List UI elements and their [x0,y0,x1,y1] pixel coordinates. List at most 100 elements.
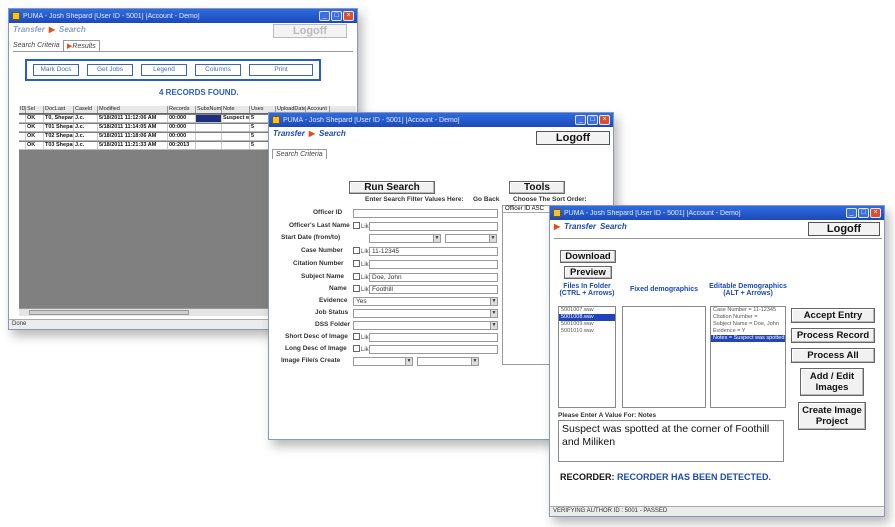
col-header[interactable]: ID [19,106,26,113]
table-cell [196,133,222,140]
col-header[interactable]: Note [222,106,250,113]
start-date-to-field[interactable]: ▼ [445,234,497,243]
preview-button[interactable]: Preview [564,266,612,279]
list-item[interactable]: Subject Name = Doe, John [711,321,785,328]
status-text: VERIFYING AUTHOR ID : 5001 - PASSED [553,508,668,514]
list-item[interactable]: Citation Number = [711,314,785,321]
table-cell: 00:000 [168,124,196,131]
get-jobs-button[interactable]: Get Jobs [87,64,133,76]
col-header[interactable]: Records [168,106,196,113]
legend-button[interactable]: Legend [141,64,187,76]
col-header[interactable]: Sel [26,106,44,113]
minimize-icon[interactable]: _ [846,208,857,218]
tab-results-label: Results [72,43,96,50]
dropdown-arrow-icon[interactable]: ▼ [490,298,497,305]
accept-entry-button[interactable]: Accept Entry [791,308,875,323]
tab-search-criteria[interactable]: Search Criteria [13,42,60,49]
list-item[interactable]: Notes = Suspect was spotted at the c [711,335,785,342]
list-item[interactable]: 5001009.wav [559,321,615,328]
tab-results[interactable]: ▶Results [63,40,100,51]
close-icon[interactable]: × [599,115,610,125]
col-header[interactable]: DocLast [44,106,74,113]
notes-textarea[interactable]: Suspect was spotted at the corner of Foo… [558,420,784,462]
tab-search-criteria[interactable]: Search Criteria [272,149,327,159]
col-header[interactable]: Modified [98,106,168,113]
dropdown-arrow-icon[interactable]: ▼ [405,358,412,365]
table-cell: OK [26,115,44,122]
nav-transfer-link[interactable]: Transfer [273,129,305,138]
notes-label: Please Enter A Value For: Notes [558,412,657,419]
enter-values-label: Enter Search Filter Values Here: [365,196,464,203]
name-field[interactable]: Foothill [369,285,498,294]
process-all-button[interactable]: Process All [791,348,875,363]
nav-transfer-link[interactable]: Transfer [564,222,596,231]
table-cell: J.c. [74,115,98,122]
col-header[interactable]: SubsNum [196,106,222,113]
process-record-button[interactable]: Process Record [791,328,875,343]
minimize-icon[interactable]: _ [575,115,586,125]
app-icon [12,12,20,20]
dropdown-arrow-icon[interactable]: ▼ [490,310,497,317]
dss-folder-select[interactable]: ▼ [353,321,498,330]
run-search-button[interactable]: Run Search [349,181,435,194]
logoff-button[interactable]: Logoff [808,222,880,236]
col-header[interactable]: Caseld [74,106,98,113]
download-button[interactable]: Download [560,250,616,263]
table-cell [196,142,222,149]
editable-demographics-list[interactable]: Case Number = 11-12345 Citation Number =… [710,306,786,408]
recorder-status: RECORDER: RECORDER HAS BEEN DETECTED. [560,472,771,482]
window-title: PUMA - Josh Shepard [User ID - 5001] [Ac… [23,12,200,20]
logoff-button[interactable]: Logoff [273,24,347,38]
table-cell: OK [26,124,44,131]
app-icon [272,116,280,124]
list-item[interactable]: 5001007.wav [559,307,615,314]
status-text: Done [12,321,27,327]
officer-last-name-label: Officer's Last Name [289,222,350,229]
table-cell [222,142,250,149]
mark-docs-button[interactable]: Mark Docs [33,64,79,76]
nav-search-link[interactable]: Search [319,129,346,138]
files-list[interactable]: 5001007.wav 5001008.wav 5001009.wav 5001… [558,306,616,408]
dropdown-arrow-icon[interactable]: ▼ [489,235,496,242]
list-item[interactable]: 5001010.wav [559,328,615,335]
long-desc-field[interactable] [369,345,498,354]
subject-name-field[interactable]: Doe, John [369,273,498,282]
start-date-from-field[interactable]: ▼ [369,234,441,243]
table-cell [19,115,26,122]
nav-search-link[interactable]: Search [59,25,86,34]
nav-search-link[interactable]: Search [600,222,627,231]
maximize-icon[interactable]: □ [858,208,869,218]
tab-divider [13,51,353,52]
dropdown-arrow-icon[interactable]: ▼ [433,235,440,242]
nav-transfer-link[interactable]: Transfer [13,25,45,34]
create-image-project-button[interactable]: Create Image Project [798,402,866,430]
tools-button[interactable]: Tools [509,181,565,194]
image-create-from-field[interactable]: ▼ [353,357,413,366]
go-back-label[interactable]: Go Back [473,196,499,203]
image-create-to-field[interactable]: ▼ [417,357,479,366]
list-item[interactable]: 5001008.wav [559,314,615,321]
list-item[interactable]: Case Number = 11-12345 [711,307,785,314]
close-icon[interactable]: × [870,208,881,218]
logoff-button[interactable]: Logoff [536,131,610,145]
officer-last-name-field[interactable] [369,222,498,231]
dropdown-arrow-icon[interactable]: ▼ [471,358,478,365]
scrollbar-thumb[interactable] [29,310,189,315]
minimize-icon[interactable]: _ [319,11,330,21]
maximize-icon[interactable]: □ [587,115,598,125]
officer-id-field[interactable] [353,209,498,218]
dropdown-arrow-icon[interactable]: ▼ [490,322,497,329]
short-desc-field[interactable] [369,333,498,342]
columns-button[interactable]: Columns [195,64,241,76]
table-cell: J.c. [74,124,98,131]
list-item[interactable]: Evidence = Y [711,328,785,335]
table-cell: 5/18/2011 11:21:33 AM [98,142,168,149]
evidence-select[interactable]: Yes ▼ [353,297,498,306]
close-icon[interactable]: × [343,11,354,21]
citation-number-field[interactable] [369,260,498,269]
maximize-icon[interactable]: □ [331,11,342,21]
job-status-select[interactable]: ▼ [353,309,498,318]
add-edit-images-button[interactable]: Add / Edit Images [800,368,864,396]
print-button[interactable]: Print [249,64,313,76]
case-number-field[interactable]: 11-12345 [369,247,498,256]
